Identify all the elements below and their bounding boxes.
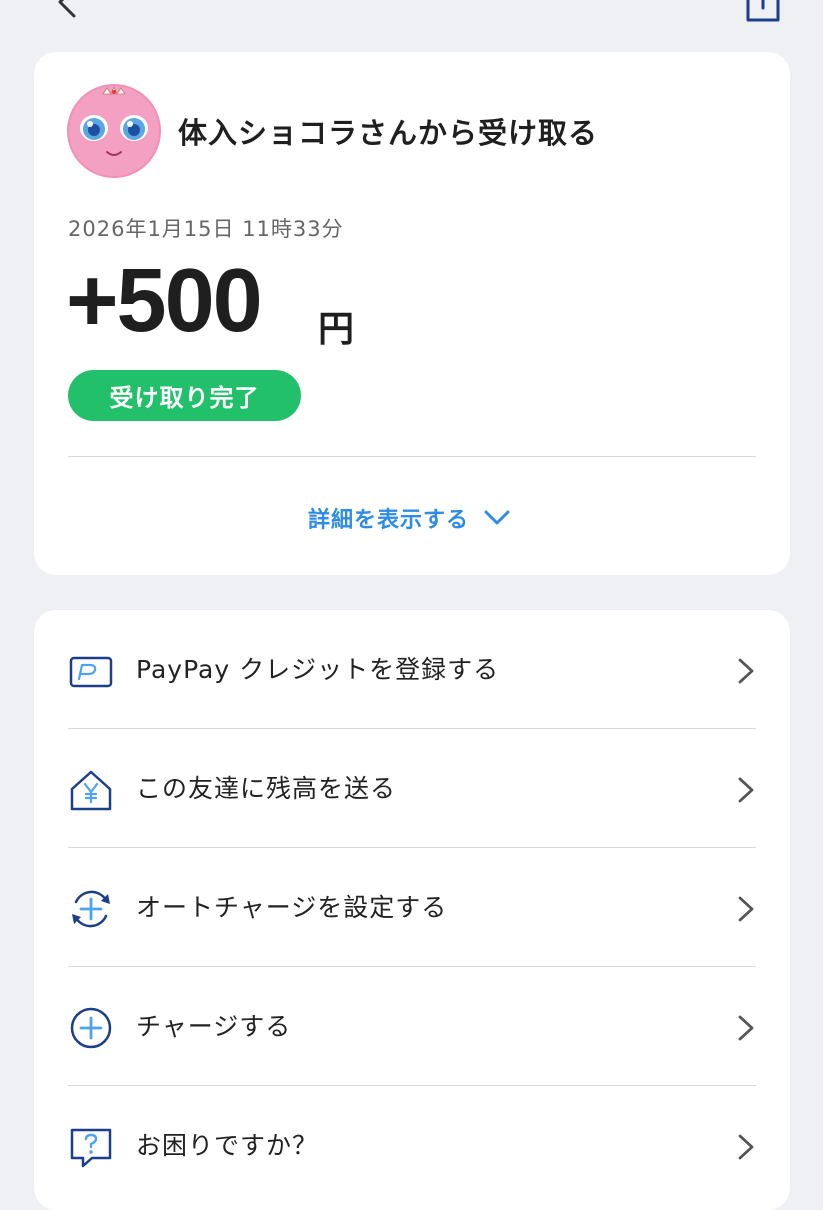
chevron-left-icon bbox=[58, 0, 76, 18]
divider bbox=[68, 456, 756, 457]
chevron-right-icon bbox=[738, 777, 754, 803]
actions-menu-card: PayPay クレジットを登録する この友達に残高を送る オートチャージを設定す… bbox=[34, 610, 790, 1210]
menu-item-auto-charge[interactable]: オートチャージを設定する bbox=[34, 848, 790, 966]
show-details-label: 詳細を表示する bbox=[308, 508, 470, 533]
transaction-datetime: 2026年1月15日 11時33分 bbox=[68, 217, 344, 241]
share-icon bbox=[746, 0, 780, 22]
help-bubble-icon bbox=[70, 1128, 112, 1168]
menu-item-label: PayPay クレジットを登録する bbox=[136, 655, 500, 684]
plus-circle-icon bbox=[70, 1007, 112, 1049]
currency-label: 円 bbox=[318, 309, 355, 350]
menu-item-label: お困りですか？ bbox=[136, 1131, 319, 1160]
transaction-card: 体入ショコラさんから受け取る 2026年1月15日 11時33分 +500 円 … bbox=[34, 52, 790, 575]
share-button[interactable] bbox=[740, 0, 786, 28]
back-button[interactable] bbox=[48, 0, 88, 22]
avatar bbox=[67, 84, 161, 178]
menu-item-register-credit[interactable]: PayPay クレジットを登録する bbox=[34, 610, 790, 728]
chevron-right-icon bbox=[738, 896, 754, 922]
chevron-down-icon bbox=[484, 510, 510, 525]
pink-character-avatar-icon bbox=[67, 84, 161, 178]
chevron-right-icon bbox=[738, 658, 754, 684]
menu-item-label: チャージする bbox=[136, 1012, 292, 1041]
status-badge: 受け取り完了 bbox=[68, 370, 301, 421]
send-yen-house-icon bbox=[70, 770, 112, 811]
transaction-amount: +500 bbox=[66, 251, 263, 351]
chevron-right-icon bbox=[738, 1015, 754, 1041]
menu-item-label: オートチャージを設定する bbox=[136, 893, 448, 922]
top-bar bbox=[0, 0, 823, 40]
menu-item-label: この友達に残高を送る bbox=[136, 774, 397, 803]
paypay-card-icon bbox=[69, 656, 113, 688]
transaction-title: 体入ショコラさんから受け取る bbox=[178, 116, 599, 150]
auto-charge-icon bbox=[72, 890, 110, 928]
show-details-button[interactable]: 詳細を表示する bbox=[308, 498, 511, 538]
menu-item-send-balance[interactable]: この友達に残高を送る bbox=[34, 729, 790, 847]
menu-item-help[interactable]: お困りですか？ bbox=[34, 1086, 790, 1204]
menu-item-charge[interactable]: チャージする bbox=[34, 967, 790, 1085]
chevron-right-icon bbox=[738, 1134, 754, 1160]
